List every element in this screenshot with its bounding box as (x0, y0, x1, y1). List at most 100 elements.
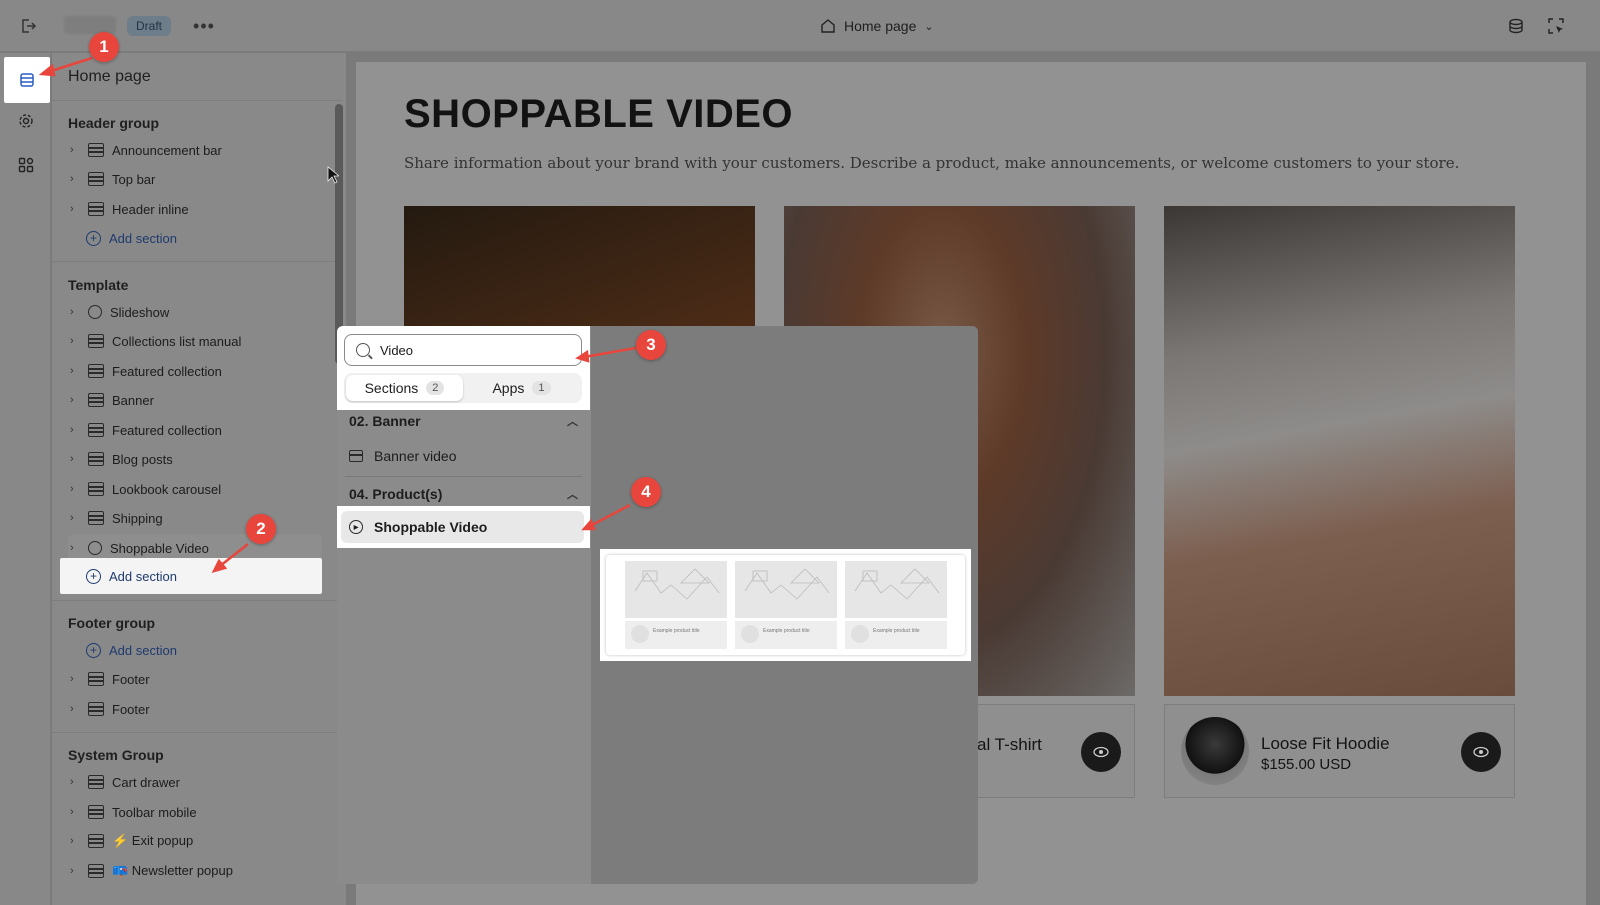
section-label: Blog posts (112, 451, 173, 467)
section-label: Shipping (112, 510, 163, 526)
chevron-right-icon: › (70, 542, 74, 554)
chevron-up-icon: ︿ (567, 489, 578, 501)
tab-sections[interactable]: Sections 2 (346, 375, 463, 401)
product-name: Loose Fit Hoodie (1261, 734, 1390, 753)
eye-icon[interactable] (1081, 732, 1121, 772)
section-row[interactable]: › Footer (68, 695, 322, 723)
product-card[interactable]: Loose Fit Hoodie $155.00 USD (1164, 704, 1515, 798)
section-row[interactable]: › Footer (68, 665, 322, 693)
blog-icon (88, 452, 104, 466)
group-label: Template (68, 277, 129, 293)
section-icon (88, 775, 104, 789)
add-section-button-highlighted[interactable]: + Add section (60, 558, 322, 594)
result-label: Banner video (374, 448, 457, 464)
chevron-right-icon: › (70, 673, 74, 685)
section-row[interactable]: › 📪 Newsletter popup (68, 857, 322, 885)
section-label: Footer (112, 701, 150, 717)
chevron-right-icon: › (70, 776, 74, 788)
sidebar-title: Home page (68, 68, 151, 85)
apps-icon[interactable] (14, 153, 38, 177)
section-row[interactable]: › Lookbook carousel (68, 475, 322, 503)
gear-icon[interactable] (14, 109, 38, 133)
left-rail (0, 53, 51, 905)
section-label: Top bar (112, 171, 156, 187)
sections-rail-button[interactable] (4, 57, 50, 103)
tab-label: Sections (364, 380, 419, 396)
result-item-selected[interactable]: ▶ Shoppable Video (341, 511, 584, 543)
more-icon[interactable]: ••• (192, 14, 216, 38)
tab-label: Apps (492, 380, 525, 396)
thumbnail-caption: Example product title (735, 621, 837, 649)
chevron-right-icon: › (70, 453, 74, 465)
chevron-right-icon: › (70, 144, 74, 156)
section-icon (88, 482, 104, 496)
section-row[interactable]: › Featured collection (68, 357, 322, 385)
chevron-right-icon: › (70, 365, 74, 377)
search-input[interactable] (344, 334, 582, 366)
section-row[interactable]: › Toolbar mobile (68, 798, 322, 826)
section-icon (88, 672, 104, 686)
section-label: ⚡ Exit popup (112, 833, 194, 848)
section-icon (88, 834, 104, 848)
exit-icon[interactable] (16, 14, 40, 38)
add-section-button[interactable]: + Add section (68, 636, 177, 664)
section-icon (88, 702, 104, 716)
category-header[interactable]: 02. Banner ︿ (337, 406, 590, 436)
section-row[interactable]: › Top bar (68, 165, 322, 193)
play-circle-icon: ▶ (349, 520, 363, 534)
annotation-badge: 1 (89, 32, 119, 62)
preview-description: Share information about your brand with … (404, 154, 1460, 172)
section-label: Shoppable Video (110, 540, 209, 556)
thumbnail-card: Example product title (735, 561, 837, 649)
section-row[interactable]: › Shipping (68, 504, 322, 532)
sections-icon (20, 73, 34, 87)
inspector-icon[interactable] (1544, 14, 1568, 38)
plus-circle-icon: + (86, 642, 101, 658)
section-icon (88, 334, 104, 348)
annotation-badge: 2 (246, 514, 276, 544)
slideshow-icon (88, 305, 102, 319)
section-row[interactable]: › Cart drawer (68, 768, 322, 796)
section-row[interactable]: › Header inline (68, 195, 322, 223)
section-icon (88, 143, 104, 157)
result-item[interactable]: Banner video (337, 441, 590, 471)
sidebar-scrollbar[interactable] (335, 104, 343, 364)
section-row[interactable]: › ⚡ Exit popup (68, 827, 322, 855)
category-header[interactable]: 04. Product(s) ︿ (337, 479, 590, 509)
plus-circle-icon: + (86, 568, 101, 584)
section-icon (349, 450, 363, 462)
chevron-right-icon: › (70, 306, 74, 318)
chevron-right-icon: › (70, 173, 74, 185)
section-row[interactable]: › Banner (68, 386, 322, 414)
thumbnail-caption: Example product title (625, 621, 727, 649)
section-row[interactable]: › Featured collection (68, 416, 322, 444)
divider (52, 100, 342, 101)
section-label: Lookbook carousel (112, 481, 222, 497)
tab-count: 1 (532, 381, 551, 395)
store-name (64, 16, 116, 34)
section-label: Cart drawer (112, 774, 180, 790)
divider (52, 600, 342, 601)
placeholder-illustration-icon (744, 568, 830, 600)
tab-count: 2 (426, 381, 445, 395)
chevron-right-icon: › (70, 512, 74, 524)
database-icon[interactable] (1504, 14, 1528, 38)
section-row[interactable]: › Slideshow (68, 298, 322, 326)
section-row[interactable]: › Collections list manual (68, 327, 322, 355)
video-tile[interactable] (1164, 206, 1515, 696)
tab-apps[interactable]: Apps 1 (463, 375, 580, 401)
section-label: Footer (112, 671, 150, 687)
section-label: Featured collection (112, 363, 222, 379)
eye-icon[interactable] (1461, 732, 1501, 772)
search-field[interactable] (380, 342, 560, 358)
page-selector[interactable]: Home page ⌄ (820, 14, 934, 38)
section-row[interactable]: › Announcement bar (68, 136, 322, 164)
chevron-right-icon: › (70, 703, 74, 715)
annotation-badge: 3 (636, 330, 666, 360)
section-row[interactable]: › Blog posts (68, 445, 322, 473)
section-icon (88, 805, 104, 819)
group-label: System Group (68, 747, 164, 763)
section-label: Slideshow (110, 304, 170, 320)
section-icon (88, 202, 104, 216)
add-section-button[interactable]: + Add section (68, 224, 177, 252)
